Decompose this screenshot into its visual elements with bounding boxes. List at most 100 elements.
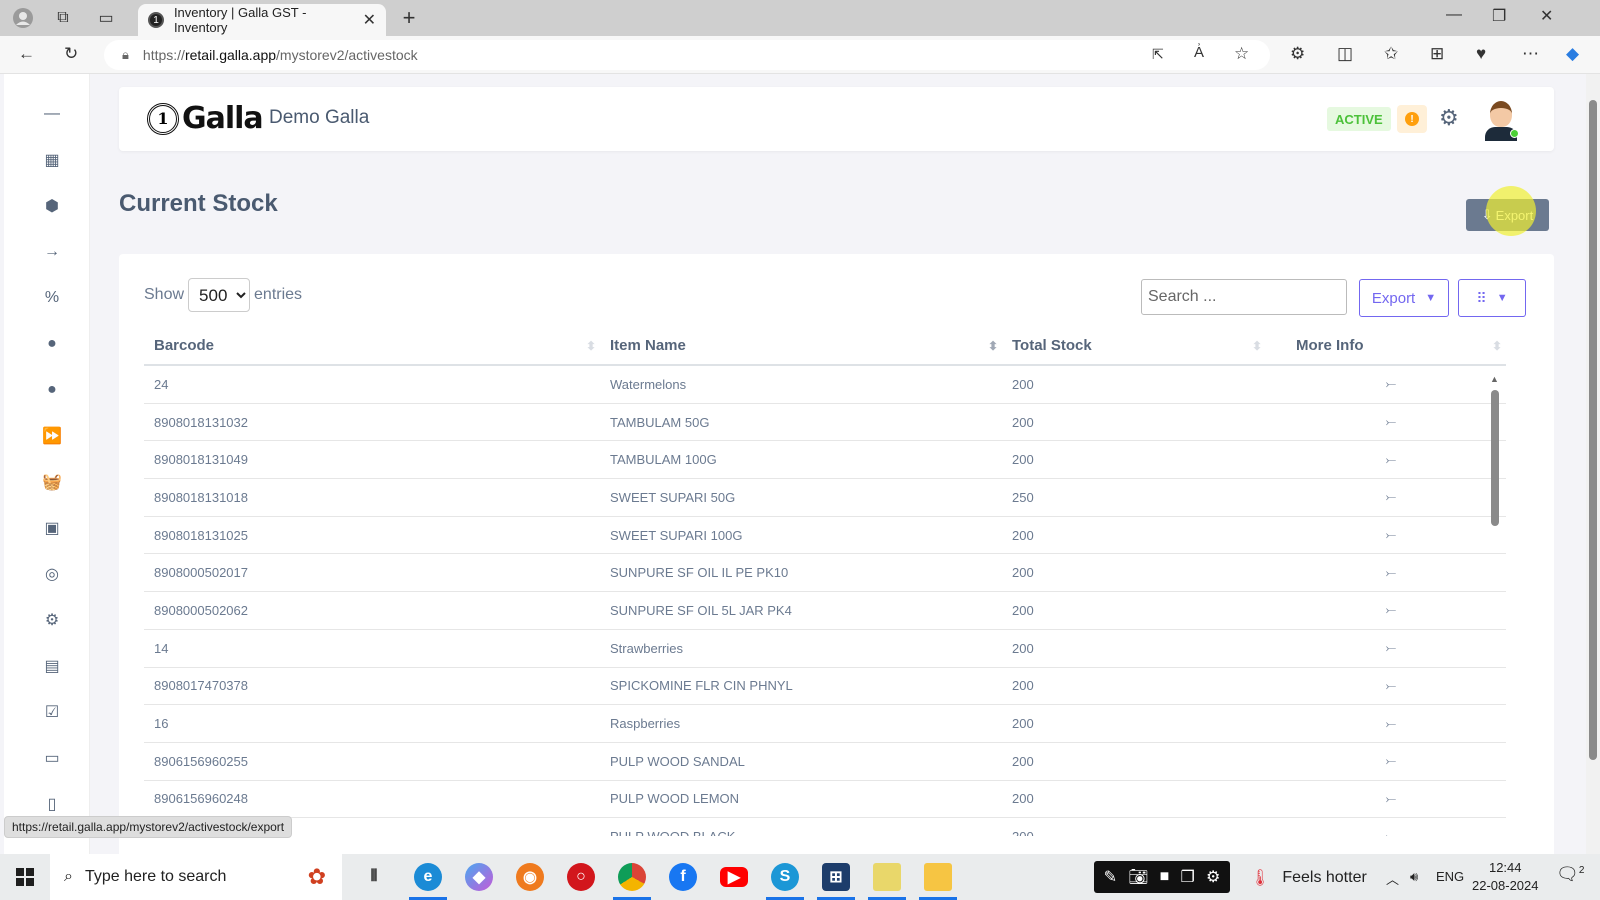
edge-app-icon[interactable]: e <box>414 863 442 891</box>
more-icon[interactable]: ⋯ <box>1522 44 1539 64</box>
location-pin-icon[interactable]: ◎ <box>38 560 66 588</box>
favorites-icon[interactable]: ✩ <box>1384 44 1398 64</box>
volume-icon[interactable]: 🔊︎ <box>1410 869 1418 885</box>
dashboard-icon[interactable]: ▦ <box>38 146 66 174</box>
page-size-select[interactable]: 500 <box>188 278 251 312</box>
browser-essentials-icon[interactable]: ♥ <box>1476 44 1486 64</box>
table-row[interactable]: PULP WOOD BLACK200⤚ <box>144 818 1506 836</box>
scroll-up-icon[interactable]: ▲ <box>1490 374 1499 384</box>
coupon-icon[interactable]: % <box>38 284 66 312</box>
file-explorer-icon[interactable] <box>924 863 952 891</box>
split-screen-icon[interactable]: ◫ <box>1337 44 1353 64</box>
table-row[interactable]: 8908017470378 SPICKOMINE FLR CIN PHNYL 200… <box>144 668 1506 706</box>
clock[interactable]: 12:44 22-08-2024 <box>1472 859 1539 895</box>
more-info-icon[interactable]: ⤚ <box>1266 489 1506 505</box>
arrow-right-icon[interactable]: → <box>38 238 66 266</box>
contacts-icon[interactable]: ▣ <box>38 514 66 542</box>
fast-forward-icon[interactable]: ⏩ <box>38 422 66 450</box>
table-row[interactable]: 8908018131025 SWEET SUPARI 100G 200 ⤚ <box>144 517 1506 555</box>
extensions-icon[interactable]: ⚙︎ <box>1290 44 1305 64</box>
notifications-icon[interactable]: 🗨︎2 <box>1556 864 1584 885</box>
settings-gear-icon[interactable]: ⚙ <box>1439 105 1459 131</box>
galla-logo[interactable]: 1 Galla <box>147 101 264 136</box>
column-header-item-name[interactable]: Item Name ⬍ <box>600 337 1002 354</box>
cash-icon[interactable]: ▭ <box>38 744 66 772</box>
table-row[interactable]: 8906156960255 PULP WOOD SANDAL 200 ⤚ <box>144 743 1506 781</box>
settings-icon[interactable]: ⚙ <box>1206 867 1220 887</box>
page-scroll-thumb[interactable] <box>1589 100 1597 760</box>
more-info-icon[interactable]: ⤚ <box>1266 829 1506 836</box>
restore-icon[interactable]: ❐ <box>1492 6 1506 26</box>
windows-start-icon[interactable] <box>16 868 34 886</box>
url-input[interactable]: 🔒︎ https://retail.galla.app/mystorev2/ac… <box>104 40 1270 70</box>
video-icon[interactable]: ■ <box>1160 868 1170 886</box>
profile-icon[interactable] <box>12 8 34 28</box>
checkbox-icon[interactable]: ☑ <box>38 698 66 726</box>
workspaces-icon[interactable]: ⧉ <box>52 8 74 28</box>
column-header-total-stock[interactable]: Total Stock ⬍ <box>1002 337 1266 354</box>
more-info-icon[interactable]: ⤚ <box>1266 640 1506 656</box>
minimize-icon[interactable]: — <box>1446 6 1462 24</box>
page-scrollbar[interactable] <box>1586 74 1600 854</box>
show-hidden-icons[interactable]: ︿ <box>1386 869 1399 888</box>
more-info-icon[interactable]: ⤚ <box>1266 527 1506 543</box>
table-row[interactable]: 24 Watermelons 200 ⤚ <box>144 366 1506 404</box>
more-info-icon[interactable]: ⤚ <box>1266 791 1506 807</box>
table-scrollbar[interactable]: ▲ <box>1489 374 1501 844</box>
alert-button[interactable]: ! <box>1397 105 1427 133</box>
document-icon[interactable]: ▯ <box>38 790 66 818</box>
more-info-icon[interactable]: ⤚ <box>1266 716 1506 732</box>
app-icon[interactable] <box>873 863 901 891</box>
export-button[interactable]: ⇩ Export <box>1466 199 1549 231</box>
export-dropdown-button[interactable]: Export ▼ <box>1359 279 1449 317</box>
camera-icon[interactable]: 📷︎ <box>1128 867 1148 887</box>
store-app-icon[interactable]: ⊞ <box>822 863 850 891</box>
recorder-app-icon[interactable]: ○ <box>567 863 595 891</box>
back-icon[interactable]: ← <box>18 44 35 64</box>
more-info-icon[interactable]: ⤚ <box>1266 678 1506 694</box>
close-tab-icon[interactable]: ✕ <box>363 10 376 30</box>
chrome-app-icon[interactable] <box>618 863 646 891</box>
table-row[interactable]: 8908000502017 SUNPURE SF OIL IL PE PK10 20… <box>144 554 1506 593</box>
more-info-icon[interactable]: ⤚ <box>1266 565 1506 581</box>
more-info-icon[interactable]: ⤚ <box>1266 376 1506 392</box>
facebook-app-icon[interactable]: f <box>669 863 697 891</box>
user-circle-icon[interactable]: ● <box>38 330 66 358</box>
favorite-star-icon[interactable]: ☆ <box>1234 44 1249 64</box>
avatar[interactable] <box>1483 99 1519 141</box>
new-tab-icon[interactable]: + <box>398 5 420 30</box>
copilot-icon[interactable]: ◆ <box>1566 44 1579 64</box>
collections-icon[interactable]: ⊞ <box>1430 44 1444 64</box>
more-info-icon[interactable]: ⤚ <box>1266 602 1506 618</box>
browser-tab-active[interactable]: 1 Inventory | Galla GST - Inventory ✕ <box>138 4 386 36</box>
close-window-icon[interactable]: ✕ <box>1540 6 1553 26</box>
refresh-icon[interactable]: ↻ <box>64 44 78 64</box>
language-indicator[interactable]: ENG <box>1436 869 1464 884</box>
table-row[interactable]: 8906156960248 PULP WOOD LEMON 200 ⤚ <box>144 781 1506 819</box>
copilot-app-icon[interactable]: ◆ <box>465 863 493 891</box>
skype-app-icon[interactable]: S <box>771 863 799 891</box>
collapse-line-icon[interactable]: — <box>38 100 66 128</box>
window-icon[interactable]: ❐ <box>1180 867 1194 887</box>
taskbar-search[interactable]: ⌕ Type here to search ✿ <box>50 854 342 900</box>
open-app-icon[interactable]: ⇱ <box>1152 46 1164 63</box>
table-row[interactable]: 14 Strawberries 200 ⤚ <box>144 630 1506 668</box>
more-info-icon[interactable]: ⤚ <box>1266 414 1506 430</box>
table-row[interactable]: 8908018131018 SWEET SUPARI 50G 250 ⤚ <box>144 479 1506 517</box>
read-aloud-icon[interactable]: A͗ <box>1194 44 1204 61</box>
column-header-more-info[interactable]: More Info ⬍ <box>1266 337 1506 354</box>
tab-actions-icon[interactable]: ▭ <box>95 8 117 28</box>
report-icon[interactable]: ▤ <box>38 652 66 680</box>
table-row[interactable]: 8908000502062 SUNPURE SF OIL 5L JAR PK4 20… <box>144 592 1506 630</box>
settings-icon[interactable]: ⚙ <box>38 606 66 634</box>
table-row[interactable]: 8908018131032 TAMBULAM 50G 200 ⤚ <box>144 404 1506 442</box>
table-scroll-thumb[interactable] <box>1491 390 1499 526</box>
pin-icon[interactable]: ✎ <box>1104 867 1117 887</box>
cube-icon[interactable]: ⬢ <box>38 192 66 220</box>
table-row[interactable]: 8908018131049 TAMBULAM 100G 200 ⤚ <box>144 441 1506 480</box>
user-circle-icon-2[interactable]: ● <box>38 376 66 404</box>
search-input[interactable] <box>1141 279 1347 315</box>
column-header-barcode[interactable]: Barcode ⬍ <box>144 337 600 354</box>
youtube-app-icon[interactable]: ▶ <box>720 867 748 887</box>
weather-widget[interactable]: 🌡︎ Feels hotter <box>1250 868 1367 888</box>
